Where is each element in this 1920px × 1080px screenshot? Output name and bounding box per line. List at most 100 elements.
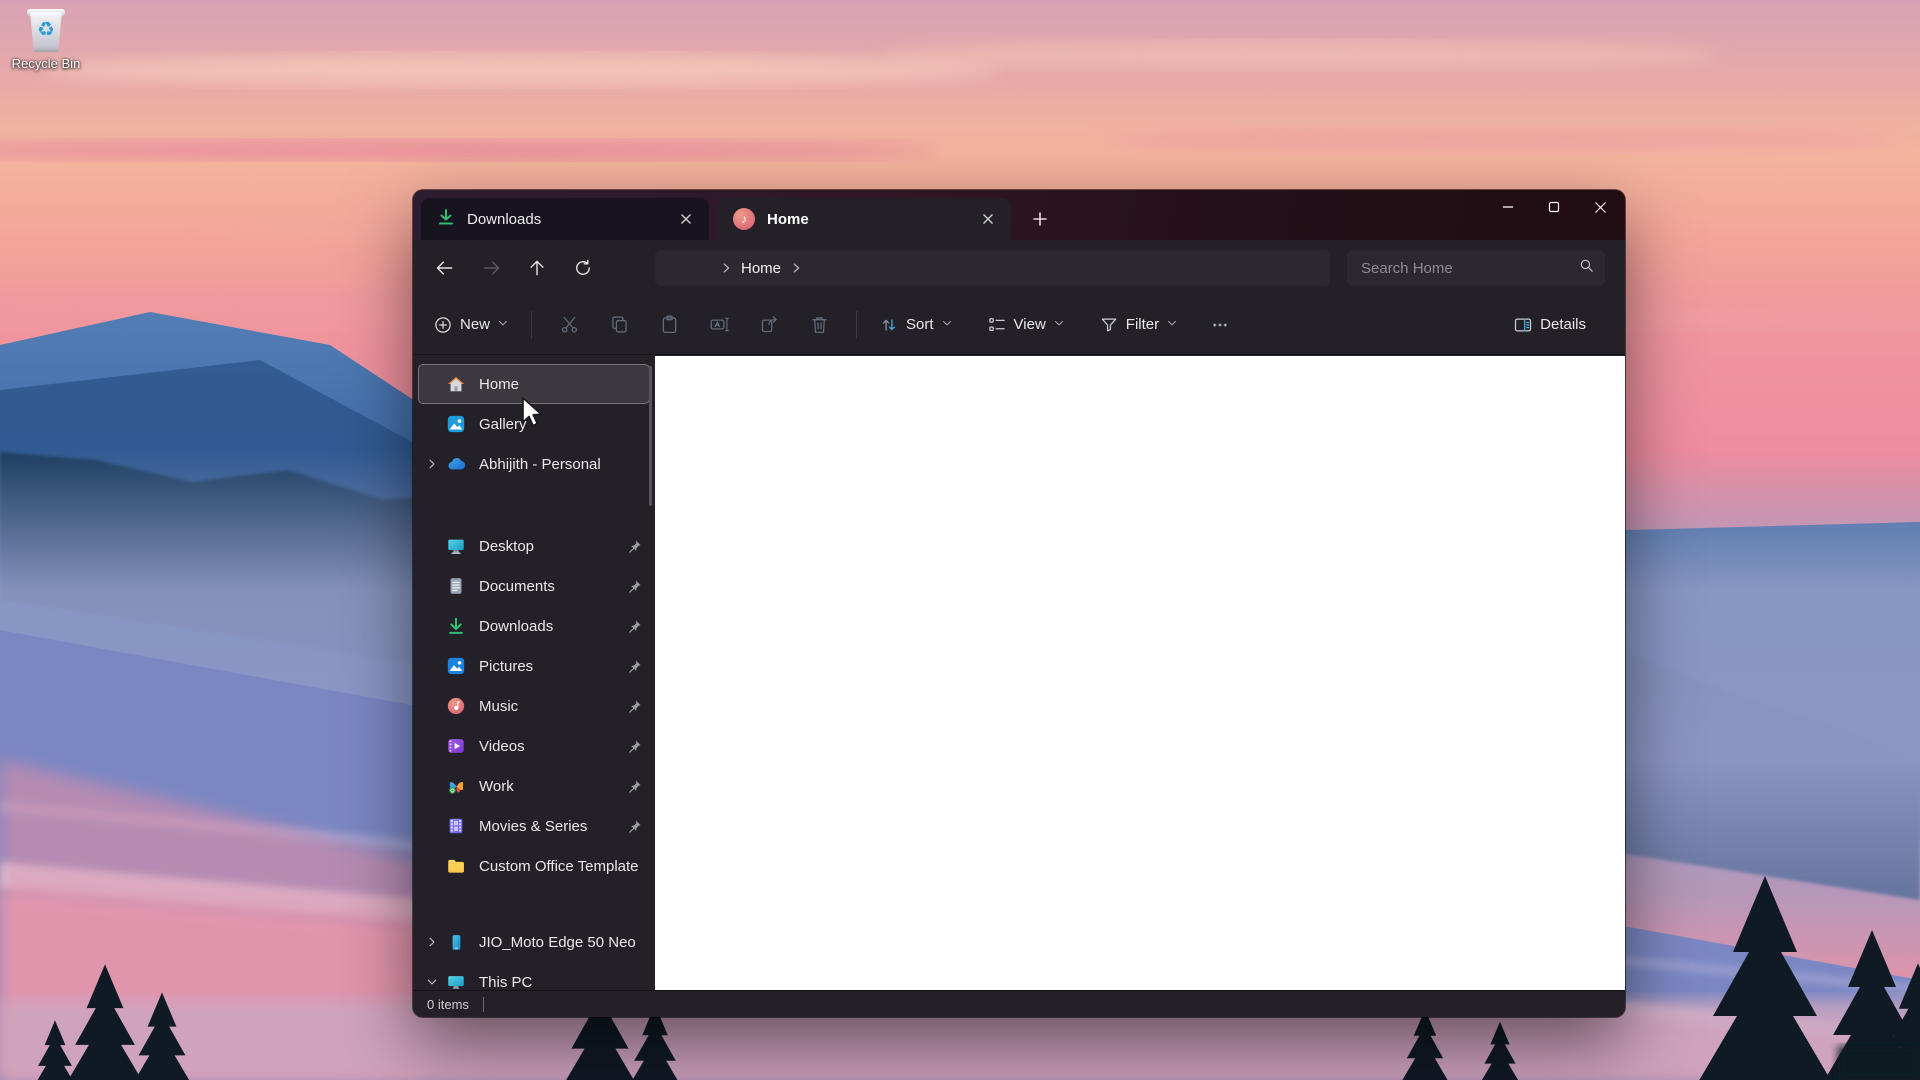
address-bar[interactable]: Home bbox=[655, 250, 1330, 286]
chevron-down-icon bbox=[1053, 316, 1065, 334]
pin-icon bbox=[619, 739, 649, 754]
minimize-button[interactable] bbox=[1485, 190, 1531, 224]
sidebar-item-custom-office-template[interactable]: Custom Office Template bbox=[418, 846, 650, 886]
sidebar-item-label: Work bbox=[479, 778, 619, 795]
sidebar-item-pictures[interactable]: Pictures bbox=[418, 646, 650, 686]
sidebar-scrollbar[interactable] bbox=[649, 366, 652, 506]
pictures-icon bbox=[445, 655, 467, 677]
tab-label: Downloads bbox=[467, 211, 673, 228]
work-folder-icon bbox=[445, 775, 467, 797]
breadcrumb-home[interactable]: Home bbox=[741, 260, 781, 277]
window-body: Home Gallery bbox=[413, 356, 1625, 990]
tab-label: Home bbox=[767, 211, 975, 228]
items-count: 0 items bbox=[427, 997, 469, 1012]
view-icon bbox=[987, 315, 1007, 335]
tab-home[interactable]: ♪ Home bbox=[717, 198, 1011, 240]
sidebar-item-label: Downloads bbox=[479, 618, 619, 635]
view-button[interactable]: View bbox=[977, 307, 1075, 343]
filter-button[interactable]: Filter bbox=[1089, 307, 1188, 343]
chevron-right-icon[interactable] bbox=[789, 261, 803, 275]
pin-icon bbox=[619, 659, 649, 674]
toolbar-separator bbox=[531, 311, 532, 339]
sidebar-item-label: Gallery bbox=[479, 416, 619, 433]
filter-icon bbox=[1099, 315, 1119, 335]
sidebar-item-this-pc[interactable]: This PC bbox=[418, 962, 650, 990]
chevron-right-icon[interactable] bbox=[419, 458, 445, 470]
home-icon bbox=[445, 373, 467, 395]
new-button[interactable]: New bbox=[423, 307, 519, 343]
search-icon[interactable] bbox=[1578, 257, 1595, 279]
share-button[interactable] bbox=[747, 306, 791, 344]
rename-button[interactable] bbox=[697, 306, 741, 344]
tab-bar: Downloads ♪ Home bbox=[413, 190, 1625, 240]
details-button[interactable]: Details bbox=[1503, 307, 1603, 343]
tab-close-icon[interactable] bbox=[673, 206, 699, 232]
sidebar-item-label: Desktop bbox=[479, 538, 619, 555]
sidebar-item-desktop[interactable]: Desktop bbox=[418, 526, 650, 566]
pin-icon bbox=[619, 779, 649, 794]
maximize-button[interactable] bbox=[1531, 190, 1577, 224]
sort-button[interactable]: Sort bbox=[869, 307, 963, 343]
pin-icon bbox=[619, 579, 649, 594]
toolbar-separator bbox=[856, 311, 857, 339]
sidebar-item-documents[interactable]: Documents bbox=[418, 566, 650, 606]
sidebar-item-label: JIO_Moto Edge 50 Neo bbox=[479, 934, 649, 951]
tab-close-icon[interactable] bbox=[975, 206, 1001, 232]
copy-button[interactable] bbox=[597, 306, 641, 344]
refresh-button[interactable] bbox=[565, 250, 601, 286]
paste-button[interactable] bbox=[647, 306, 691, 344]
sidebar-item-work[interactable]: Work bbox=[418, 766, 650, 806]
forward-button[interactable] bbox=[473, 250, 509, 286]
tab-downloads[interactable]: Downloads bbox=[421, 198, 709, 240]
this-pc-icon bbox=[445, 971, 467, 990]
sidebar-item-movies-series[interactable]: Movies & Series bbox=[418, 806, 650, 846]
rename-icon bbox=[709, 314, 730, 335]
downloads-tab-icon bbox=[437, 208, 455, 231]
filmstrip-icon bbox=[445, 815, 467, 837]
scissors-icon bbox=[559, 314, 580, 335]
up-button[interactable] bbox=[519, 250, 555, 286]
sidebar-item-label: Documents bbox=[479, 578, 619, 595]
new-tab-button[interactable] bbox=[1025, 205, 1055, 233]
search-input[interactable] bbox=[1361, 260, 1578, 277]
sidebar-item-label: Videos bbox=[479, 738, 619, 755]
sidebar-item-label: Home bbox=[479, 376, 619, 393]
cut-button[interactable] bbox=[547, 306, 591, 344]
videos-icon bbox=[445, 735, 467, 757]
delete-button[interactable] bbox=[797, 306, 841, 344]
plus-circle-icon bbox=[433, 315, 453, 335]
pin-icon bbox=[619, 539, 649, 554]
chevron-right-icon[interactable] bbox=[419, 936, 445, 948]
recycle-bin-shortcut[interactable]: ♻ Recycle Bin bbox=[8, 8, 84, 71]
search-box bbox=[1347, 250, 1605, 286]
chevron-down-icon bbox=[941, 316, 953, 334]
desktop-icon-glyph bbox=[445, 535, 467, 557]
trash-icon bbox=[809, 314, 830, 335]
file-explorer-window: Downloads ♪ Home bbox=[413, 190, 1625, 1017]
chevron-down-icon[interactable] bbox=[419, 976, 445, 988]
sidebar-item-downloads[interactable]: Downloads bbox=[418, 606, 650, 646]
folder-icon bbox=[445, 855, 467, 877]
chevron-down-icon bbox=[497, 316, 509, 334]
sidebar-item-onedrive-personal[interactable]: Abhijith - Personal bbox=[418, 444, 650, 484]
phone-icon bbox=[445, 931, 467, 953]
chevron-right-icon[interactable] bbox=[719, 261, 733, 275]
sidebar-item-phone-device[interactable]: JIO_Moto Edge 50 Neo bbox=[418, 922, 650, 962]
sidebar-item-label: Music bbox=[479, 698, 619, 715]
sidebar-item-label: Movies & Series bbox=[479, 818, 619, 835]
sidebar-item-music[interactable]: Music bbox=[418, 686, 650, 726]
gallery-icon bbox=[445, 413, 467, 435]
folder-content-area[interactable] bbox=[655, 356, 1625, 990]
close-button[interactable] bbox=[1577, 190, 1623, 224]
clipboard-icon bbox=[659, 314, 680, 335]
pin-icon bbox=[619, 819, 649, 834]
new-button-label: New bbox=[460, 316, 490, 333]
recycle-bin-icon: ♻ bbox=[24, 8, 68, 54]
sidebar-item-videos[interactable]: Videos bbox=[418, 726, 650, 766]
window-controls bbox=[1485, 190, 1623, 224]
share-icon bbox=[759, 314, 780, 335]
more-options-button[interactable] bbox=[1198, 306, 1242, 344]
back-button[interactable] bbox=[427, 250, 463, 286]
sidebar-item-label: This PC bbox=[479, 974, 649, 991]
chevron-down-icon bbox=[1166, 316, 1178, 334]
